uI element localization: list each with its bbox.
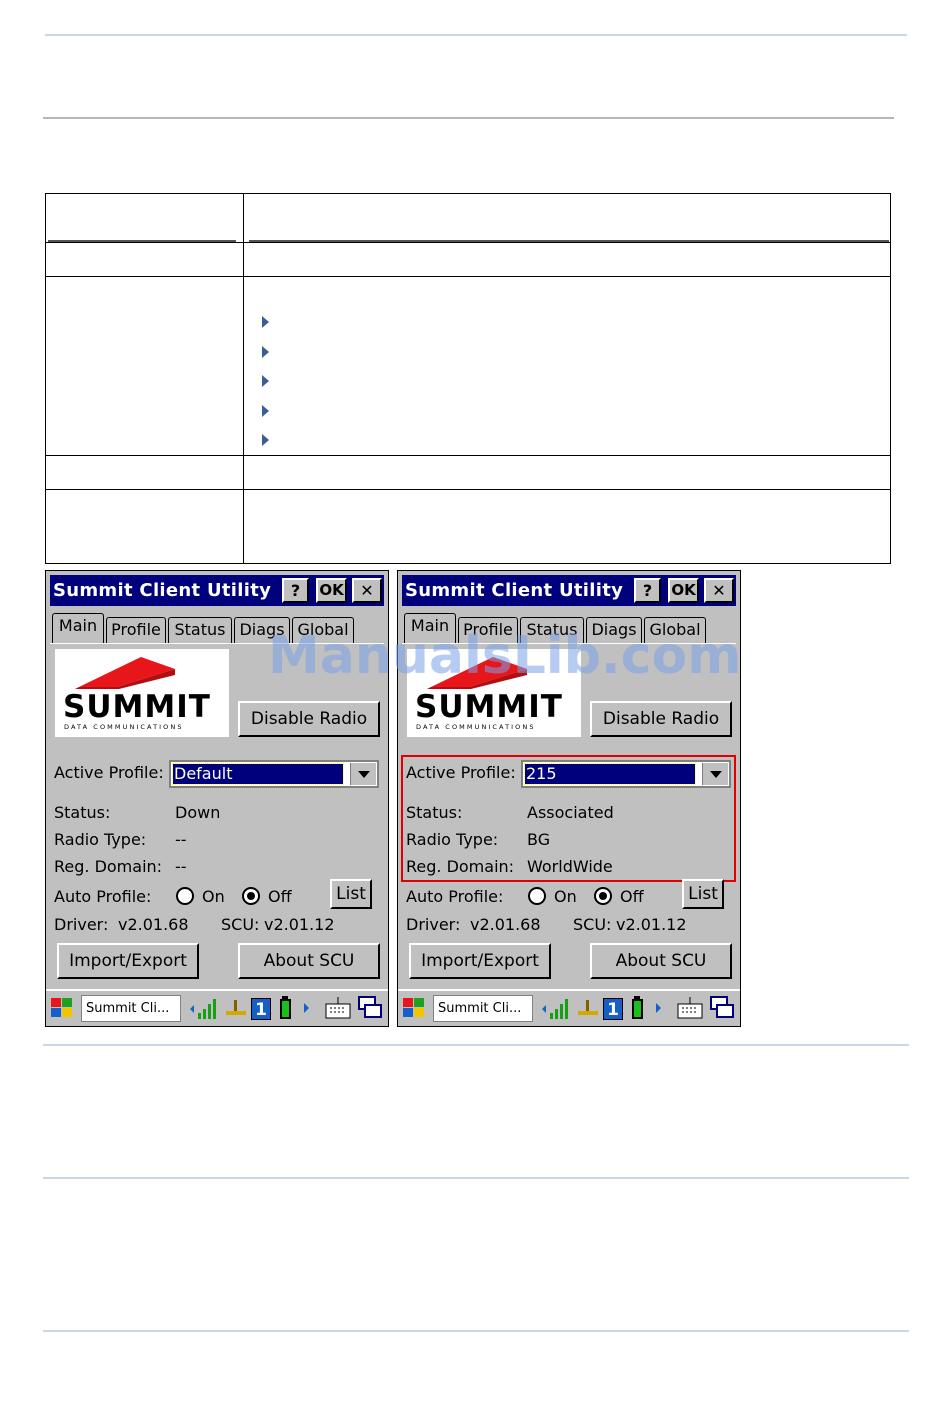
windows-start-icon[interactable] [401,995,427,1021]
switch-window-icon[interactable] [708,994,736,1022]
section-rule [43,1044,909,1046]
auto-profile-label: Auto Profile: [406,887,504,906]
auto-profile-off-radio[interactable] [594,887,612,905]
auto-profile-off-label: Off [620,887,644,906]
scu-version: v2.01.12 [616,915,687,934]
title-bar: Summit Client Utility ? OK ✕ [402,575,736,606]
signal-strength-icon[interactable] [540,997,574,1021]
logo-subtext: DATA COMMUNICATIONS [64,723,184,731]
tab-main[interactable]: Main [52,613,104,643]
watermark: ManualsLib.com [268,626,742,686]
notification-badge[interactable]: 1 [251,998,271,1020]
windows-start-icon[interactable] [49,995,75,1021]
summit-logo: SUMMIT DATA COMMUNICATIONS [55,649,229,737]
about-scu-button[interactable]: About SCU [238,943,380,979]
taskbar-task-summit[interactable]: Summit Cli... [433,995,533,1022]
help-button[interactable]: ? [282,578,309,603]
close-button[interactable]: ✕ [704,578,734,603]
active-profile-label: Active Profile: [54,763,164,782]
status-value: Down [175,803,221,822]
battery-icon[interactable] [630,995,646,1021]
disable-radio-button[interactable]: Disable Radio [590,701,732,737]
signal-strength-icon[interactable] [188,997,222,1021]
table-row-divider [46,455,890,456]
keyboard-icon[interactable] [676,994,704,1022]
network-connection-icon[interactable] [224,997,248,1021]
summit-logo-mark-icon [75,657,175,689]
radio-type-label: Radio Type: [54,830,147,849]
close-button[interactable]: ✕ [352,578,382,603]
active-profile-select[interactable]: Default [169,760,379,788]
window-title: Summit Client Utility [405,580,624,601]
auto-profile-on-radio[interactable] [528,887,546,905]
chevron-right-icon[interactable] [654,995,664,1021]
highlight-box [401,755,736,882]
chevron-right-icon[interactable] [302,995,312,1021]
bullet-icon [262,316,269,328]
logo-text: SUMMIT [415,689,563,725]
switch-window-icon[interactable] [356,994,384,1022]
ok-button[interactable]: OK [668,578,699,603]
battery-icon[interactable] [278,995,294,1021]
taskbar: Summit Cli... 1 [398,989,740,1026]
table-row-divider [46,242,890,243]
radio-type-value: -- [175,830,187,849]
notification-badge[interactable]: 1 [603,998,623,1020]
list-button[interactable]: List [330,879,372,909]
scu-label: SCU: [221,915,260,934]
auto-profile-off-radio[interactable] [242,887,260,905]
taskbar: Summit Cli... 1 [46,989,388,1026]
help-button[interactable]: ? [634,578,661,603]
status-label: Status: [54,803,111,822]
driver-version: v2.01.68 [470,915,541,934]
keyboard-icon[interactable] [324,994,352,1022]
bullet-icon [262,346,269,358]
auto-profile-on-label: On [202,887,225,906]
bullet-icon [262,434,269,446]
scu-label: SCU: [573,915,612,934]
reg-domain-value: -- [175,857,187,876]
about-scu-button[interactable]: About SCU [590,943,732,979]
driver-label: Driver: [54,915,109,934]
driver-version: v2.01.68 [118,915,189,934]
title-bar: Summit Client Utility ? OK ✕ [50,575,384,606]
import-export-button[interactable]: Import/Export [409,943,551,979]
active-profile-value: Default [172,763,344,785]
top-rule [45,34,907,36]
header-rule [43,117,894,119]
window-title: Summit Client Utility [53,580,272,601]
taskbar-task-summit[interactable]: Summit Cli... [81,995,181,1022]
logo-subtext: DATA COMMUNICATIONS [416,723,536,731]
logo-text: SUMMIT [63,689,211,725]
auto-profile-off-label: Off [268,887,292,906]
bullet-icon [262,375,269,387]
scu-version: v2.01.12 [264,915,335,934]
network-connection-icon[interactable] [576,997,600,1021]
bullet-icon [262,405,269,417]
driver-label: Driver: [406,915,461,934]
tab-profile[interactable]: Profile [106,617,166,643]
table-column-divider [243,194,244,563]
disable-radio-button[interactable]: Disable Radio [238,701,380,737]
table-row-divider [46,489,890,490]
auto-profile-on-label: On [554,887,577,906]
auto-profile-on-radio[interactable] [176,887,194,905]
auto-profile-label: Auto Profile: [54,887,152,906]
bottom-rule [43,1330,909,1332]
ok-button[interactable]: OK [316,578,347,603]
import-export-button[interactable]: Import/Export [57,943,199,979]
section-rule [43,1177,909,1179]
reg-domain-label: Reg. Domain: [54,857,163,876]
list-button[interactable]: List [682,879,724,909]
settings-table [45,193,891,564]
table-row-divider [46,276,890,277]
chevron-down-icon[interactable] [350,763,376,785]
tab-status[interactable]: Status [168,617,232,643]
